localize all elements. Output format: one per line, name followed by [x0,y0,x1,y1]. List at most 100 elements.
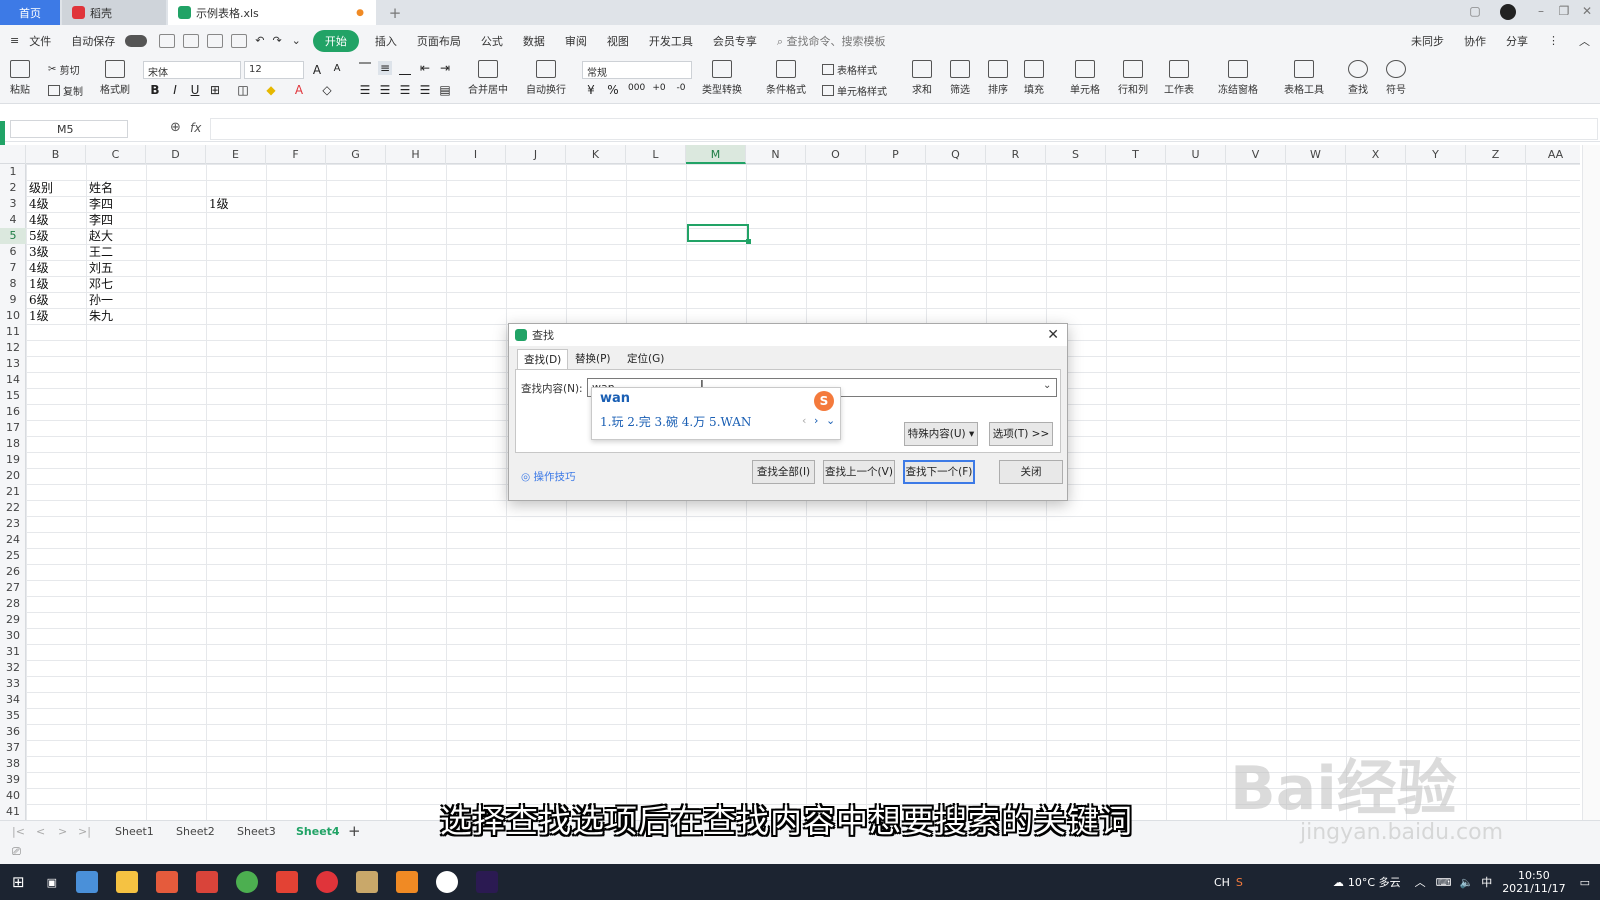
column-header[interactable]: P [866,145,926,164]
row-header[interactable]: 35 [0,708,26,724]
column-header[interactable]: G [326,145,386,164]
ime-expand-icon[interactable]: ⌄ [826,414,835,427]
formula-input[interactable] [210,118,1598,140]
menu-insert[interactable]: 插入 [365,33,407,49]
video-app-icon[interactable] [355,871,378,893]
column-header[interactable]: C [86,145,146,164]
column-header[interactable]: B [26,145,86,164]
format-painter-button[interactable]: 格式刷 [100,60,130,96]
column-header[interactable]: L [626,145,686,164]
dialog-close-icon[interactable]: ✕ [1047,327,1059,343]
notification-icon[interactable]: ▭ [1580,876,1590,889]
wrap-text-button[interactable]: 自动换行 [526,60,566,96]
font-size-select[interactable]: 12 [244,61,304,79]
select-all-corner[interactable] [0,145,26,164]
sogou-tray-icon[interactable]: S [1236,876,1243,889]
row-header[interactable]: 16 [0,404,26,420]
column-header[interactable]: F [266,145,326,164]
align-center-icon[interactable]: ☰ [378,83,392,97]
cell-B4[interactable]: 4级 [29,212,49,228]
cell-C10[interactable]: 朱九 [89,308,113,324]
row-header[interactable]: 26 [0,564,26,580]
decrease-decimal-icon[interactable]: -0 [674,83,688,97]
align-top-icon[interactable]: ⎺ [358,61,372,75]
border-style-icon[interactable]: ◫ [236,83,250,97]
wps-spreadsheet-app-icon[interactable] [155,871,178,893]
docker-tab[interactable]: 稻壳 [62,0,166,25]
row-header[interactable]: 25 [0,548,26,564]
column-header[interactable]: Z [1466,145,1526,164]
thousands-icon[interactable]: 000 [628,83,645,97]
column-header[interactable]: D [146,145,206,164]
column-header[interactable]: J [506,145,566,164]
percent-icon[interactable]: % [606,83,620,97]
row-header[interactable]: 12 [0,340,26,356]
print-icon[interactable] [207,33,224,48]
row-header[interactable]: 27 [0,580,26,596]
underline-icon[interactable]: U [188,83,202,97]
add-sheet-icon[interactable]: + [348,822,361,840]
column-header[interactable]: U [1166,145,1226,164]
cell-C4[interactable]: 李四 [89,212,113,228]
menu-formula[interactable]: 公式 [471,33,513,49]
selected-cell[interactable] [687,224,751,244]
more-options-icon[interactable]: ⋮ [1538,34,1569,47]
wps-presentation-app-icon[interactable] [195,871,218,893]
collaborate-button[interactable]: 协作 [1454,33,1496,49]
increase-font-icon[interactable]: A [310,63,324,77]
file-explorer-icon[interactable] [115,871,138,893]
row-header[interactable]: 8 [0,276,26,292]
ime-mode-indicator[interactable]: 中 [1481,874,1492,890]
row-header[interactable]: 31 [0,644,26,660]
windows-start-icon[interactable]: ⊞ [12,873,25,891]
column-header[interactable]: W [1286,145,1346,164]
find-next-button[interactable]: 查找下一个(F) [903,460,975,484]
column-header[interactable]: H [386,145,446,164]
row-header[interactable]: 22 [0,500,26,516]
find-button[interactable]: 查找 [1348,60,1368,96]
cell-C2[interactable]: 姓名 [89,180,113,196]
name-box[interactable]: M5 [10,120,128,138]
command-search[interactable]: ⌕ 查找命令、搜索模板 [767,33,896,49]
find-previous-button[interactable]: 查找上一个(V) [823,460,895,484]
column-header[interactable]: E [206,145,266,164]
row-header[interactable]: 7 [0,260,26,276]
menu-member[interactable]: 会员专享 [703,33,767,49]
first-sheet-icon[interactable]: |< [12,825,25,838]
row-header[interactable]: 34 [0,692,26,708]
justify-icon[interactable]: ☰ [418,83,432,97]
worksheet-button[interactable]: 工作表 [1164,60,1194,96]
cell-C6[interactable]: 王二 [89,244,113,260]
border-icon[interactable]: ⊞ [208,83,222,97]
sheet-tab-4[interactable]: Sheet4 [296,825,340,838]
sync-status[interactable]: 未同步 [1401,33,1454,49]
row-header[interactable]: 3 [0,196,26,212]
row-header[interactable]: 33 [0,676,26,692]
italic-icon[interactable]: I [168,83,182,97]
column-header[interactable]: M [686,145,746,164]
ime-candidates[interactable]: 1.玩 2.完 3.碗 4.万 5.WAN [600,413,751,430]
cell-C3[interactable]: 李四 [89,196,113,212]
row-header[interactable]: 29 [0,612,26,628]
row-header[interactable]: 37 [0,740,26,756]
cell-B6[interactable]: 3级 [29,244,49,260]
row-header[interactable]: 6 [0,244,26,260]
cell-C5[interactable]: 赵大 [89,228,113,244]
row-header[interactable]: 5 [0,228,26,244]
row-header[interactable]: 18 [0,436,26,452]
decrease-font-icon[interactable]: A [330,63,344,77]
cell-C7[interactable]: 刘五 [89,260,113,276]
new-tab-icon[interactable]: + [386,4,404,22]
align-right-icon[interactable]: ☰ [398,83,412,97]
file-tab[interactable]: 示例表格.xls ● [168,0,376,25]
row-header[interactable]: 11 [0,324,26,340]
table-tools-button[interactable]: 表格工具 [1284,60,1324,96]
bold-icon[interactable]: B [148,83,162,97]
currency-icon[interactable]: ¥ [584,83,598,97]
collapse-ribbon-icon[interactable]: ︿ [1569,33,1600,49]
row-header[interactable]: 40 [0,788,26,804]
cell-B2[interactable]: 级别 [29,180,53,196]
save-icon[interactable] [159,33,176,48]
copy-button[interactable]: 复制 [48,83,83,98]
indent-increase-icon[interactable]: ⇥ [438,61,452,75]
